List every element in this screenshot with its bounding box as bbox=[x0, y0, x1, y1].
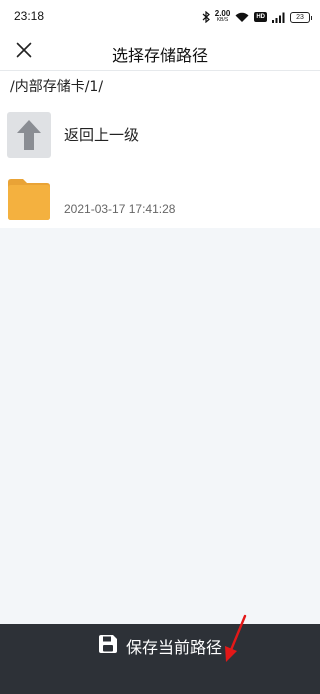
signal-icon bbox=[272, 8, 285, 27]
wifi-icon bbox=[235, 8, 249, 27]
list-item-folder[interactable]: 2021-03-17 17:41:28 bbox=[0, 166, 320, 228]
up-arrow-icon bbox=[7, 112, 51, 158]
network-speed-value: 2.00 bbox=[214, 9, 231, 18]
network-speed-unit: KB/S bbox=[216, 17, 229, 23]
network-speed: 2.00 KB/S bbox=[215, 10, 231, 24]
close-button[interactable] bbox=[10, 38, 38, 66]
header: 选择存储路径 bbox=[0, 34, 320, 70]
save-button-label: 保存当前路径 bbox=[125, 638, 222, 657]
hd-badge: HD bbox=[254, 12, 267, 22]
folder-icon bbox=[7, 174, 51, 220]
status-icons: 2.00 KB/S HD 23 bbox=[202, 8, 312, 27]
save-current-path-button[interactable]: 保存当前路径 bbox=[0, 624, 320, 694]
status-time: 23:18 bbox=[14, 9, 45, 23]
list-item-parent-directory[interactable]: 返回上一级 bbox=[0, 104, 320, 166]
close-icon bbox=[16, 42, 32, 62]
breadcrumb-path: /内部存储卡/1/ bbox=[0, 70, 320, 104]
page-title: 选择存储路径 bbox=[111, 46, 208, 65]
list-item-label: 返回上一级 bbox=[64, 126, 140, 144]
status-bar: 23:18 2.00 KB/S HD 23 bbox=[0, 0, 320, 34]
battery-icon: 23 bbox=[290, 11, 312, 23]
floppy-disk-icon bbox=[98, 634, 118, 658]
bluetooth-icon bbox=[202, 8, 210, 27]
save-button-content: 保存当前路径 bbox=[0, 634, 320, 658]
folder-modified-time: 2021-03-17 17:41:28 bbox=[64, 202, 176, 216]
